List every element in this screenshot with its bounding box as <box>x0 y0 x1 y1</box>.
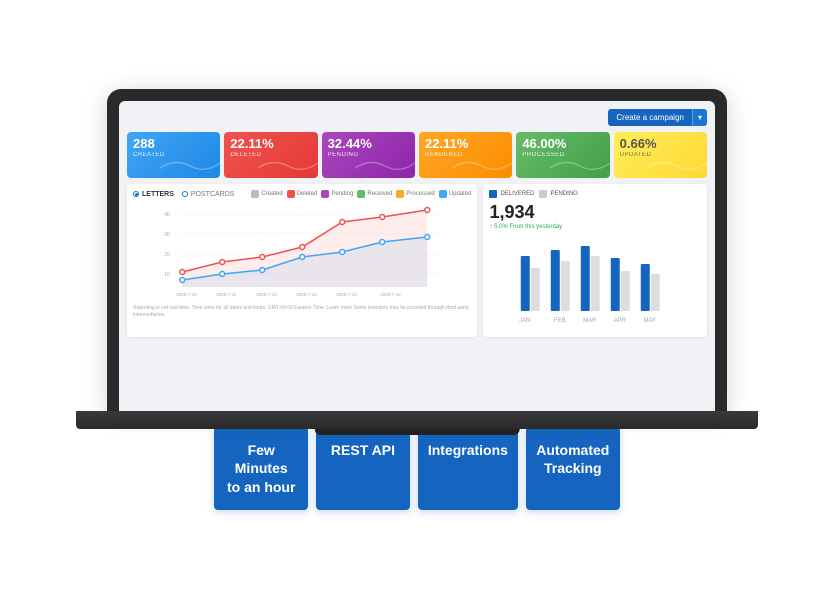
right-panel: DELIVERED PENDING 1,934 ↑ 5.0% From this … <box>483 184 707 337</box>
svg-text:40: 40 <box>164 212 170 218</box>
laptop-screen-inner: Create a campaign ▾ 288 CREATED 22.11% D… <box>119 101 715 411</box>
top-bar: Create a campaign ▾ <box>127 109 707 126</box>
bar-header: DELIVERED PENDING <box>489 190 701 198</box>
dashboard: Create a campaign ▾ 288 CREATED 22.11% D… <box>119 101 715 411</box>
svg-text:30: 30 <box>164 232 170 238</box>
create-campaign-dropdown[interactable]: ▾ <box>692 109 707 126</box>
laptop-base <box>76 411 758 429</box>
stat-card-created: 288 CREATED <box>127 132 220 178</box>
svg-text:2020-7-11: 2020-7-11 <box>216 292 237 297</box>
legend-item-received: Received <box>357 190 392 198</box>
stat-card-rendered: 22.11% RENDERED <box>419 132 512 178</box>
bar-legend-pending: PENDING <box>539 190 577 198</box>
legend-item-processed: Processed <box>396 190 434 198</box>
stat-card-pending: 32.44% PENDING <box>322 132 415 178</box>
stat-cards: 288 CREATED 22.11% DELETED 32.44% PENDIN… <box>127 132 707 178</box>
line-chart-svg: 40 30 20 10 <box>133 202 471 302</box>
svg-text:2020-7-14: 2020-7-14 <box>336 292 357 297</box>
svg-text:MAR: MAR <box>584 318 598 324</box>
feature-card: REST API <box>316 427 410 510</box>
svg-text:JAN: JAN <box>520 318 531 324</box>
postcards-radio[interactable] <box>182 191 188 197</box>
panel-header-left: LETTERS POSTCARDS Created DeletedPending R… <box>133 190 471 198</box>
stat-card-updated: 0.66% UPDATED <box>614 132 707 178</box>
svg-text:20: 20 <box>164 252 170 258</box>
svg-text:APR: APR <box>614 318 627 324</box>
svg-text:2020-7-16: 2020-7-16 <box>296 292 317 297</box>
svg-text:FEB: FEB <box>554 318 566 324</box>
svg-text:2020-7-14: 2020-7-14 <box>380 292 401 297</box>
laptop: Create a campaign ▾ 288 CREATED 22.11% D… <box>107 89 727 429</box>
stat-card-processed: 46.00% PROCESSED <box>516 132 609 178</box>
feature-card: Integrations <box>418 427 518 510</box>
create-campaign-button[interactable]: Create a campaign <box>608 109 692 126</box>
legend-item-deleted: Deleted <box>287 190 318 198</box>
legend-item-updated: Updated <box>439 190 472 198</box>
stat-card-deleted: 22.11% DELETED <box>224 132 317 178</box>
big-number-sub: ↑ 5.0% From this yesterday <box>489 224 701 230</box>
main-content: LETTERS POSTCARDS Created DeletedPending R… <box>127 184 707 337</box>
legend-item-created: Created <box>251 190 282 198</box>
letters-tab[interactable]: LETTERS <box>142 191 174 198</box>
left-panel: LETTERS POSTCARDS Created DeletedPending R… <box>127 184 477 337</box>
feature-cards: Few Minutes to an hourREST APIIntegratio… <box>194 427 639 510</box>
svg-text:2020-7-13: 2020-7-13 <box>256 292 277 297</box>
letters-radio[interactable] <box>133 191 139 197</box>
feature-card: Automated Tracking <box>526 427 620 510</box>
scene: Create a campaign ▾ 288 CREATED 22.11% D… <box>0 89 834 510</box>
line-chart: 40 30 20 10 <box>133 202 471 302</box>
chart-footer: Reporting is not real-time. Time zone fo… <box>133 305 471 319</box>
svg-text:MAY: MAY <box>644 318 657 324</box>
laptop-screen-outer: Create a campaign ▾ 288 CREATED 22.11% D… <box>107 89 727 411</box>
svg-text:2020-7-10: 2020-7-10 <box>176 292 197 297</box>
feature-card: Few Minutes to an hour <box>214 427 308 510</box>
legend-item-pending: Pending <box>321 190 353 198</box>
bar-legend-delivered: DELIVERED <box>489 190 534 198</box>
bar-chart-svg: JAN FEB MAR APR MAY <box>489 236 701 326</box>
big-number: 1,934 <box>489 202 701 223</box>
postcards-tab[interactable]: POSTCARDS <box>191 191 235 198</box>
svg-text:10: 10 <box>164 272 170 278</box>
